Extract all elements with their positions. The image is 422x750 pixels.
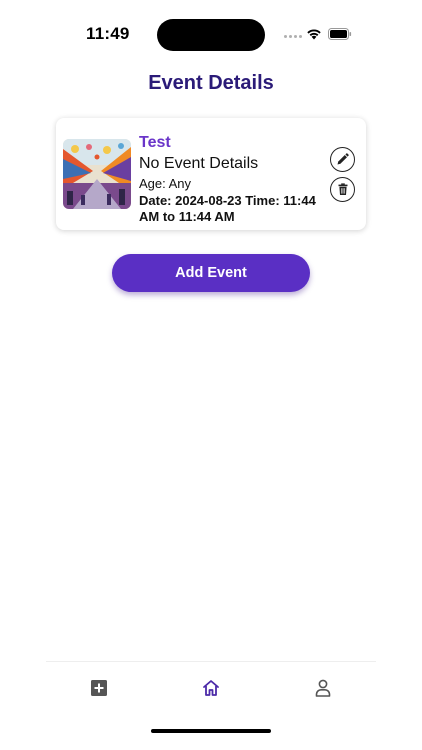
dynamic-island <box>157 19 265 51</box>
event-description: No Event Details <box>139 155 259 172</box>
add-event-button[interactable]: Add Event <box>112 254 310 292</box>
home-indicator[interactable] <box>151 729 271 733</box>
status-bar: 11:49 <box>0 0 422 60</box>
page-title: Event Details <box>148 72 274 94</box>
cellular-signal-icon <box>284 35 302 39</box>
edit-event-button[interactable] <box>330 147 355 172</box>
status-time: 11:49 <box>86 24 130 43</box>
person-icon <box>315 679 331 697</box>
battery-icon <box>328 28 352 40</box>
home-icon <box>203 680 219 696</box>
event-datetime: Date: 2024-08-23 Time: 11:44 AM to 11:44… <box>139 193 316 224</box>
tab-home[interactable] <box>199 676 223 700</box>
delete-event-button[interactable] <box>330 177 355 202</box>
wifi-icon <box>307 29 321 40</box>
event-name: Test <box>139 134 171 151</box>
event-thumbnail <box>63 139 131 209</box>
event-details-screen: 11:49 Event Details Test No Event Detail… <box>0 0 422 750</box>
tab-add-event[interactable] <box>87 676 111 700</box>
trash-icon <box>338 183 347 195</box>
tab-profile[interactable] <box>311 676 335 700</box>
pencil-icon <box>337 153 349 165</box>
event-card[interactable]: Test No Event Details Age: Any Date: 202… <box>56 118 366 230</box>
event-info: Test No Event Details Age: Any Date: 202… <box>139 133 319 225</box>
event-age: Age: Any <box>139 176 192 191</box>
plus-square-icon <box>91 680 107 696</box>
tab-bar-divider <box>46 661 376 662</box>
